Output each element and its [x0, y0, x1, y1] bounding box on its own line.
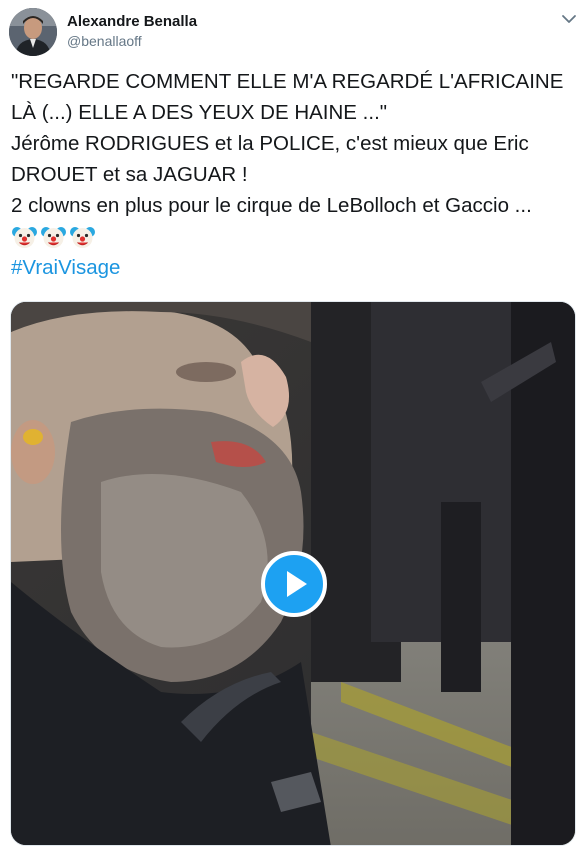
author-handle[interactable]: @benallaoff: [67, 33, 142, 49]
hashtag-link[interactable]: #VraiVisage: [11, 256, 120, 279]
clown-face-icon: [69, 223, 96, 250]
tweet-text-line-3: 2 clowns en plus pour le cirque de LeBol…: [11, 194, 532, 217]
avatar[interactable]: [9, 8, 57, 56]
clown-face-icon: [11, 223, 38, 250]
emoji-row: [11, 221, 576, 252]
clown-face-icon: [40, 223, 67, 250]
tweet-text-line-2: Jérôme RODRIGUES et la POLICE, c'est mie…: [11, 132, 535, 186]
chevron-down-icon[interactable]: [560, 10, 578, 28]
tweet-text: "REGARDE COMMENT ELLE M'A REGARDÉ L'AFRI…: [11, 66, 576, 283]
play-icon[interactable]: [261, 551, 327, 617]
author-name[interactable]: Alexandre Benalla: [67, 13, 197, 30]
tweet-text-quote: "REGARDE COMMENT ELLE M'A REGARDÉ L'AFRI…: [11, 70, 570, 124]
